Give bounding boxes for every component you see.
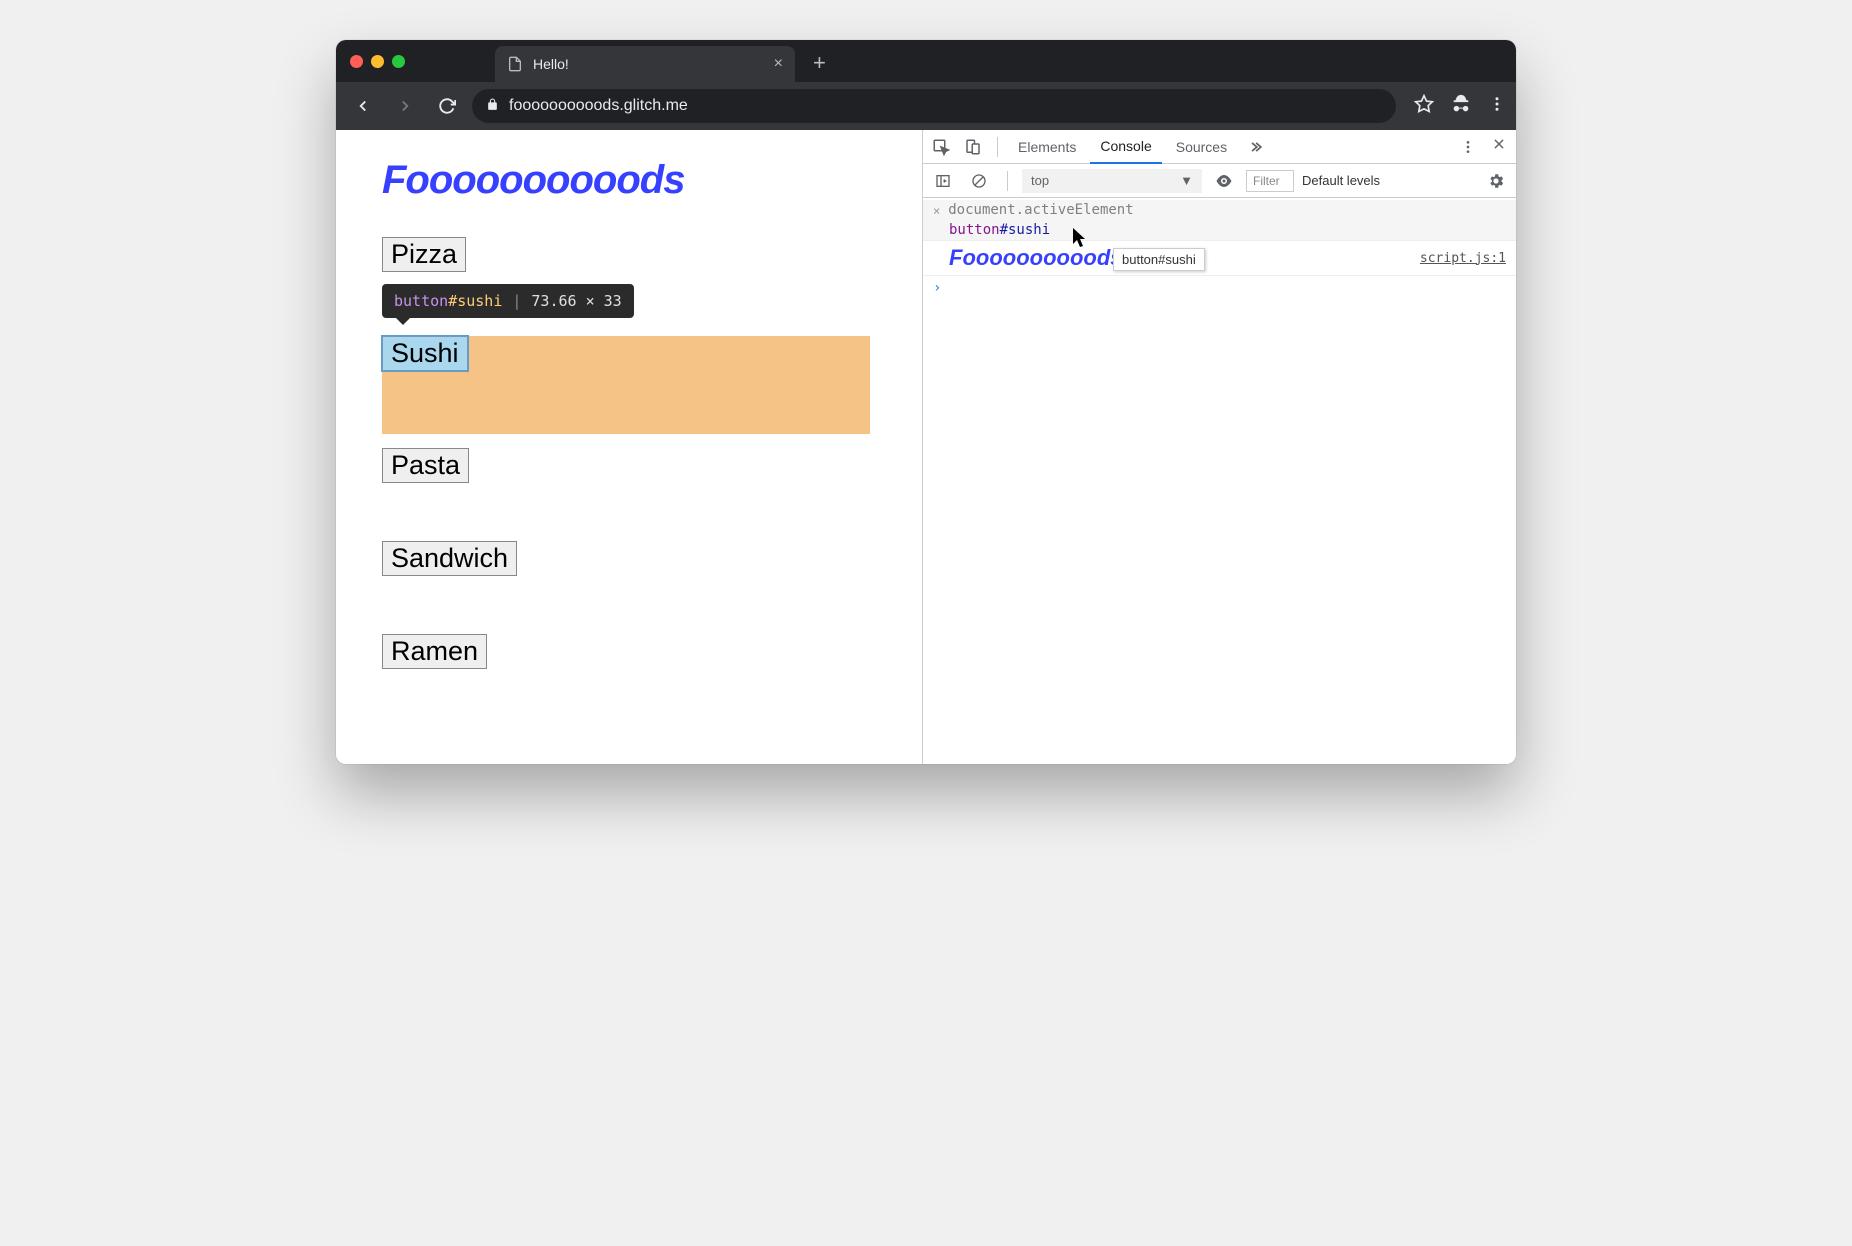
browser-window: Hello! × + foooooooooods.glitch.me [336, 40, 1516, 764]
webpage: Foooooooooods Pizza button#sushi | 73.66… [336, 130, 922, 764]
tab-elements[interactable]: Elements [1008, 130, 1086, 164]
sandwich-button[interactable]: Sandwich [382, 541, 517, 576]
incognito-icon[interactable] [1450, 93, 1472, 120]
tooltip-tag: button [394, 292, 448, 310]
cursor-icon [1073, 228, 1089, 253]
ramen-button[interactable]: Ramen [382, 634, 487, 669]
devtools-menu-icon[interactable] [1454, 133, 1482, 161]
clear-expression-icon[interactable]: × [933, 204, 940, 218]
console-sidebar-toggle-icon[interactable] [929, 167, 957, 195]
log-message: Foooooooooods [933, 245, 1123, 271]
console-eval-line: × document.activeElement [923, 200, 1516, 220]
result-id: #sushi [1000, 222, 1051, 238]
toolbar: foooooooooods.glitch.me [336, 82, 1516, 130]
close-window-button[interactable] [350, 55, 363, 68]
tab-console[interactable]: Console [1090, 130, 1161, 164]
filter-input[interactable]: Filter [1246, 170, 1294, 192]
window-controls [350, 55, 405, 68]
menu-icon[interactable] [1488, 95, 1506, 118]
browser-tab[interactable]: Hello! × [495, 46, 795, 82]
url-text: foooooooooods.glitch.me [509, 97, 688, 115]
toolbar-right [1414, 93, 1506, 120]
tooltip-id: #sushi [448, 292, 502, 310]
tab-sources[interactable]: Sources [1166, 130, 1237, 164]
bookmark-star-icon[interactable] [1414, 94, 1434, 119]
devtools-close-icon[interactable] [1486, 137, 1512, 156]
tab-strip: Hello! × + [336, 40, 1516, 82]
console-log-line: Foooooooooods script.js:1 [923, 240, 1516, 276]
page-heading: Foooooooooods [382, 158, 876, 203]
sushi-button[interactable]: Sushi [382, 336, 468, 371]
eval-expression: document.activeElement [948, 202, 1133, 218]
context-selector[interactable]: top ▼ [1022, 169, 1202, 193]
log-source-link[interactable]: script.js:1 [1420, 251, 1506, 266]
reload-button[interactable] [430, 89, 464, 123]
eval-result[interactable]: button#sushi [923, 220, 1516, 240]
close-tab-icon[interactable]: × [774, 55, 783, 73]
tab-title: Hello! [533, 56, 569, 72]
forward-button[interactable] [388, 89, 422, 123]
file-icon [507, 56, 523, 72]
log-levels[interactable]: Default levels [1302, 173, 1380, 188]
devtools-panel: Elements Console Sources [922, 130, 1516, 764]
element-highlight-margin: Sushi [382, 336, 870, 434]
content-area: Foooooooooods Pizza button#sushi | 73.66… [336, 130, 1516, 764]
inspect-element-icon[interactable] [927, 133, 955, 161]
lock-icon [486, 98, 499, 114]
console-toolbar: top ▼ Filter Default levels [923, 164, 1516, 198]
inspector-tooltip: button#sushi | 73.66 × 33 [382, 284, 634, 318]
console-prompt[interactable]: › [923, 276, 1516, 300]
devtools-tabstrip: Elements Console Sources [923, 130, 1516, 164]
live-expression-icon[interactable] [1210, 167, 1238, 195]
tooltip-dimensions: 73.66 × 33 [531, 292, 621, 310]
pasta-button[interactable]: Pasta [382, 448, 469, 483]
maximize-window-button[interactable] [392, 55, 405, 68]
back-button[interactable] [346, 89, 380, 123]
result-tag: button [949, 222, 1000, 238]
clear-console-icon[interactable] [965, 167, 993, 195]
more-tabs-icon[interactable] [1241, 133, 1269, 161]
dropdown-icon: ▼ [1180, 173, 1193, 188]
minimize-window-button[interactable] [371, 55, 384, 68]
console-output: × document.activeElement button#sushi Fo… [923, 198, 1516, 764]
hover-tooltip: button#sushi [1113, 248, 1205, 271]
context-value: top [1031, 173, 1049, 188]
console-settings-icon[interactable] [1482, 167, 1510, 195]
device-toolbar-icon[interactable] [959, 133, 987, 161]
pizza-button[interactable]: Pizza [382, 237, 466, 272]
address-bar[interactable]: foooooooooods.glitch.me [472, 89, 1396, 123]
new-tab-button[interactable]: + [813, 50, 826, 76]
